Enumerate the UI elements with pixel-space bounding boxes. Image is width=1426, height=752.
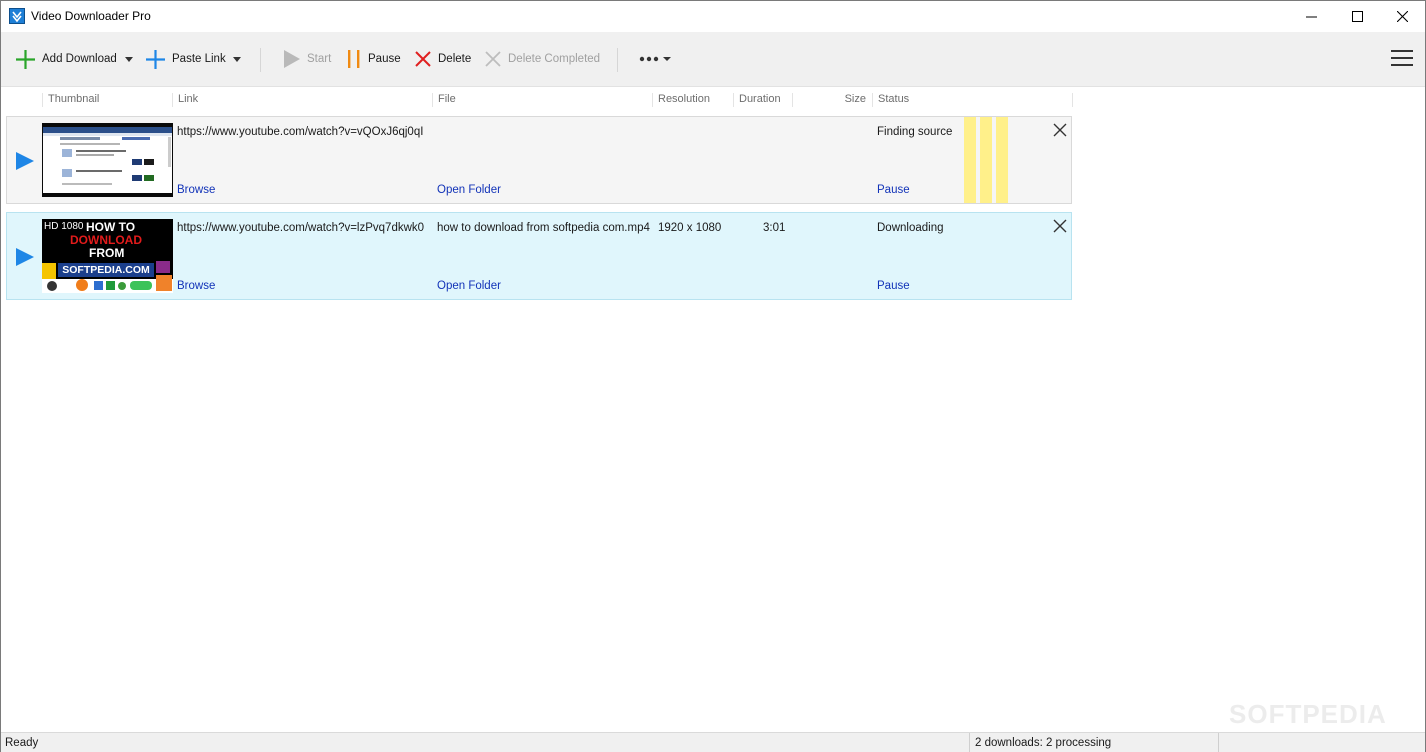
add-download-button[interactable]: Add Download [15,48,117,70]
duration-value: 3:01 [763,222,786,234]
delete-button[interactable]: Delete [414,48,471,70]
browse-link[interactable]: Browse [177,280,215,292]
column-size[interactable]: Size [792,93,872,107]
remove-row-icon[interactable] [1053,123,1067,137]
close-icon [1396,11,1408,22]
status-downloads-count: 2 downloads: 2 processing [969,733,1219,752]
status-left: Ready [5,737,39,749]
app-window: Video Downloader Pro Add Download Paste … [0,0,1426,752]
delete-label: Delete [438,53,472,65]
start-label: Start [307,53,332,65]
play-icon[interactable] [16,248,34,266]
open-folder-link[interactable]: Open Folder [437,184,501,196]
x-icon [485,51,501,67]
maximize-icon [1351,11,1363,22]
column-header-row: Thumbnail Link File Resolution Duration … [1,88,1073,110]
app-logo-icon [9,8,25,24]
video-thumbnail [42,123,173,197]
pause-label: Pause [368,53,401,65]
pause-link[interactable]: Pause [877,184,910,196]
close-window-button[interactable] [1379,1,1425,32]
plus-icon [146,49,165,69]
maximize-button[interactable] [1334,1,1380,32]
add-download-label: Add Download [42,53,117,65]
column-thumbnail[interactable]: Thumbnail [42,93,99,107]
status-text: Downloading [877,222,944,234]
pause-link[interactable]: Pause [877,280,910,292]
x-icon [415,51,431,67]
column-status[interactable]: Status [872,93,909,107]
column-duration[interactable]: Duration [733,93,781,107]
play-icon [284,50,300,68]
plus-icon [16,49,35,69]
download-row[interactable]: HD 1080 HOW TO DOWNLOAD FROM SOFTPEDIA.C… [6,212,1072,300]
toolbar-divider [617,48,618,72]
paste-link-dropdown-icon[interactable] [233,57,241,62]
ellipsis-icon [639,56,671,62]
window-title: Video Downloader Pro [31,9,151,23]
paste-link-button[interactable]: Paste Link [145,48,226,70]
more-options-button[interactable] [639,48,673,70]
hamburger-menu-icon[interactable] [1391,50,1413,68]
status-bar: Ready 2 downloads: 2 processing [1,732,1425,752]
minimize-icon [1305,16,1317,18]
link-text: https://www.youtube.com/watch?v=lzPvq7dk… [177,222,425,234]
column-resolution[interactable]: Resolution [652,93,710,107]
minimize-button[interactable] [1288,1,1334,32]
link-text: https://www.youtube.com/watch?v=vQOxJ6qj… [177,126,424,138]
toolbar-divider [260,48,261,72]
file-name: how to download from softpedia com.mp4 [437,222,650,234]
pause-button[interactable]: Pause [346,48,401,70]
toolbar: Add Download Paste Link Start Pause Dele… [1,32,1425,87]
column-file[interactable]: File [432,93,456,107]
progress-indicator [964,117,1008,203]
title-bar: Video Downloader Pro [1,1,1425,32]
start-button[interactable]: Start [283,48,331,70]
remove-row-icon[interactable] [1053,219,1067,233]
delete-completed-label: Delete Completed [508,53,601,65]
resolution-value: 1920 x 1080 [658,222,722,234]
column-link[interactable]: Link [172,93,198,107]
delete-completed-button[interactable]: Delete Completed [484,48,600,70]
pause-icon [348,50,360,68]
browse-link[interactable]: Browse [177,184,215,196]
watermark: SOFTPEDIA [1229,699,1387,729]
open-folder-link[interactable]: Open Folder [437,280,501,292]
status-text: Finding source [877,126,953,138]
download-row[interactable]: https://www.youtube.com/watch?v=vQOxJ6qj… [6,116,1072,204]
add-download-dropdown-icon[interactable] [125,57,133,62]
play-icon[interactable] [16,152,34,170]
column-end-divider [1072,93,1073,107]
video-thumbnail: HD 1080 HOW TO DOWNLOAD FROM SOFTPEDIA.C… [42,219,173,293]
paste-link-label: Paste Link [172,53,226,65]
